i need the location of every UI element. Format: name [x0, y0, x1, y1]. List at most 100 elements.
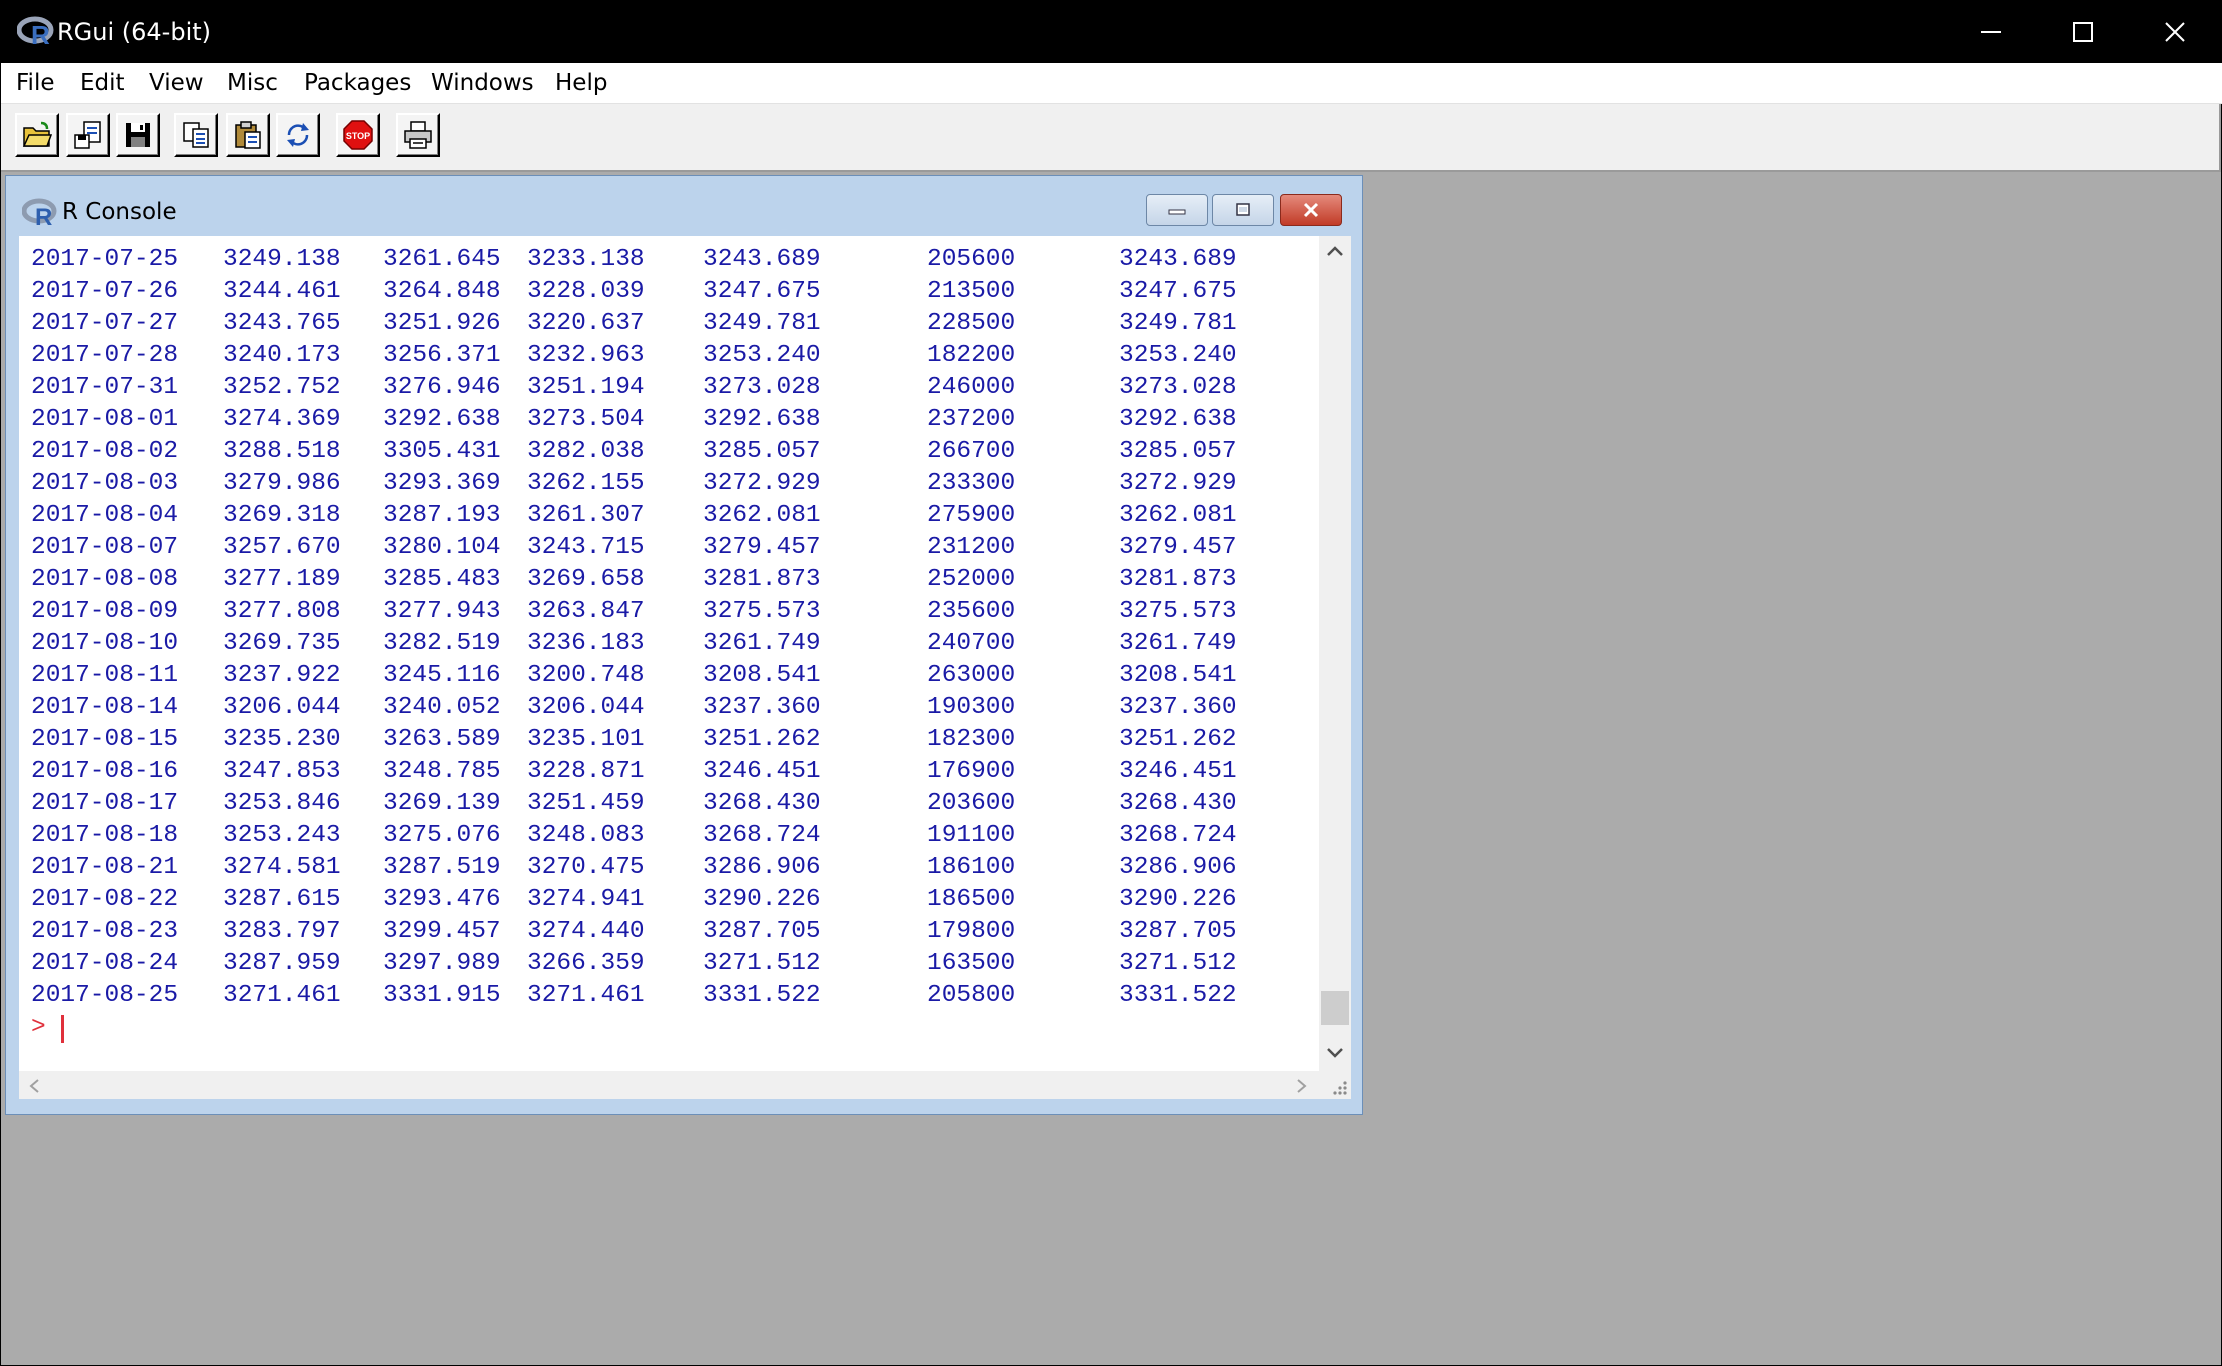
open-cell: 3253.846 — [223, 790, 341, 817]
low-cell: 3269.658 — [527, 566, 645, 593]
adjusted-cell: 3279.457 — [1119, 534, 1237, 561]
scroll-up-arrow-icon[interactable] — [1325, 244, 1345, 258]
low-cell: 3220.637 — [527, 310, 645, 337]
paste-button[interactable] — [226, 113, 270, 157]
vertical-scroll-thumb[interactable] — [1321, 991, 1349, 1025]
high-cell: 3297.989 — [383, 950, 501, 977]
svg-text:R: R — [31, 20, 50, 50]
volume-cell: 179800 — [927, 918, 1016, 945]
open-cell: 3252.752 — [223, 374, 341, 401]
title-bar[interactable]: R RGui (64-bit) — [1, 1, 2222, 63]
console-prompt: > — [31, 1014, 46, 1041]
menu-packages[interactable]: Packages — [304, 63, 411, 103]
console-output-area[interactable]: 2017-07-25 3249.138 3261.645 3233.138 3243.6… — [19, 236, 1319, 1071]
open-cell: 3253.243 — [223, 822, 341, 849]
refresh-button[interactable] — [276, 113, 320, 157]
high-cell: 3292.638 — [383, 406, 501, 433]
date-cell: 2017-08-14 — [31, 694, 179, 721]
open-script-button[interactable] — [15, 113, 59, 157]
low-cell: 3248.083 — [527, 822, 645, 849]
volume-cell: 205600 — [927, 246, 1016, 273]
menu-help[interactable]: Help — [555, 63, 607, 103]
high-cell: 3287.193 — [383, 502, 501, 529]
minimize-icon — [1168, 209, 1186, 215]
high-cell: 3248.785 — [383, 758, 501, 785]
print-icon — [404, 121, 432, 149]
stop-button[interactable]: STOP — [336, 113, 380, 157]
close-cell: 3273.028 — [703, 374, 821, 401]
menu-windows[interactable]: Windows — [431, 63, 534, 103]
high-cell: 3251.926 — [383, 310, 501, 337]
date-cell: 2017-07-27 — [31, 310, 179, 337]
volume-cell: 186100 — [927, 854, 1016, 881]
low-cell: 3232.963 — [527, 342, 645, 369]
high-cell: 3287.519 — [383, 854, 501, 881]
menu-view[interactable]: View — [149, 63, 204, 103]
scroll-right-arrow-icon[interactable] — [1295, 1077, 1309, 1095]
rgui-main-window: R RGui (64-bit) File Edit View Misc Pack… — [0, 0, 2222, 1366]
high-cell: 3275.076 — [383, 822, 501, 849]
high-cell: 3245.116 — [383, 662, 501, 689]
date-cell: 2017-08-24 — [31, 950, 179, 977]
adjusted-cell: 3290.226 — [1119, 886, 1237, 913]
adjusted-cell: 3247.675 — [1119, 278, 1237, 305]
horizontal-scrollbar[interactable] — [19, 1071, 1319, 1099]
adjusted-cell: 3261.749 — [1119, 630, 1237, 657]
date-cell: 2017-07-26 — [31, 278, 179, 305]
low-cell: 3261.307 — [527, 502, 645, 529]
close-cell: 3251.262 — [703, 726, 821, 753]
close-button[interactable] — [2129, 1, 2221, 63]
close-cell: 3268.724 — [703, 822, 821, 849]
adjusted-cell: 3271.512 — [1119, 950, 1237, 977]
close-cell: 3292.638 — [703, 406, 821, 433]
menu-file[interactable]: File — [16, 63, 55, 103]
volume-cell: 252000 — [927, 566, 1016, 593]
adjusted-cell: 3268.724 — [1119, 822, 1237, 849]
date-cell: 2017-08-18 — [31, 822, 179, 849]
high-cell: 3305.431 — [383, 438, 501, 465]
low-cell: 3236.183 — [527, 630, 645, 657]
refresh-icon — [287, 123, 309, 147]
console-restore-button[interactable] — [1212, 194, 1274, 226]
close-cell: 3281.873 — [703, 566, 821, 593]
open-cell: 3279.986 — [223, 470, 341, 497]
scroll-left-arrow-icon[interactable] — [27, 1077, 41, 1095]
close-cell: 3287.705 — [703, 918, 821, 945]
high-cell: 3261.645 — [383, 246, 501, 273]
low-cell: 3235.101 — [527, 726, 645, 753]
menu-bar: File Edit View Misc Packages Windows Hel… — [1, 63, 2222, 104]
date-cell: 2017-08-03 — [31, 470, 179, 497]
menu-edit[interactable]: Edit — [80, 63, 125, 103]
console-close-button[interactable] — [1280, 194, 1342, 226]
close-cell: 3271.512 — [703, 950, 821, 977]
date-cell: 2017-08-21 — [31, 854, 179, 881]
save-workspace-button[interactable] — [116, 113, 160, 157]
high-cell: 3331.915 — [383, 982, 501, 1009]
print-button[interactable] — [396, 113, 440, 157]
adjusted-cell: 3292.638 — [1119, 406, 1237, 433]
close-cell: 3290.226 — [703, 886, 821, 913]
low-cell: 3273.504 — [527, 406, 645, 433]
r-logo-icon: R — [22, 198, 57, 230]
load-workspace-button[interactable] — [66, 113, 110, 157]
resize-grip-icon — [1333, 1081, 1347, 1095]
low-cell: 3233.138 — [527, 246, 645, 273]
vertical-scrollbar[interactable] — [1319, 236, 1351, 1071]
restore-icon — [1236, 203, 1250, 216]
toolbar: STOP — [1, 104, 2221, 172]
volume-cell: 203600 — [927, 790, 1016, 817]
close-cell: 3249.781 — [703, 310, 821, 337]
maximize-button[interactable] — [2037, 1, 2129, 63]
r-console-window: R R Console 2017-07-25 3249.138 3261.645 32… — [5, 175, 1363, 1115]
minimize-button[interactable] — [1945, 1, 2037, 63]
volume-cell: 233300 — [927, 470, 1016, 497]
svg-text:R: R — [35, 204, 52, 230]
resize-grip[interactable] — [1319, 1071, 1351, 1099]
console-minimize-button[interactable] — [1146, 194, 1208, 226]
high-cell: 3277.943 — [383, 598, 501, 625]
high-cell: 3240.052 — [383, 694, 501, 721]
date-cell: 2017-08-22 — [31, 886, 179, 913]
copy-button[interactable] — [174, 113, 218, 157]
menu-misc[interactable]: Misc — [227, 63, 278, 103]
scroll-down-arrow-icon[interactable] — [1325, 1046, 1345, 1060]
